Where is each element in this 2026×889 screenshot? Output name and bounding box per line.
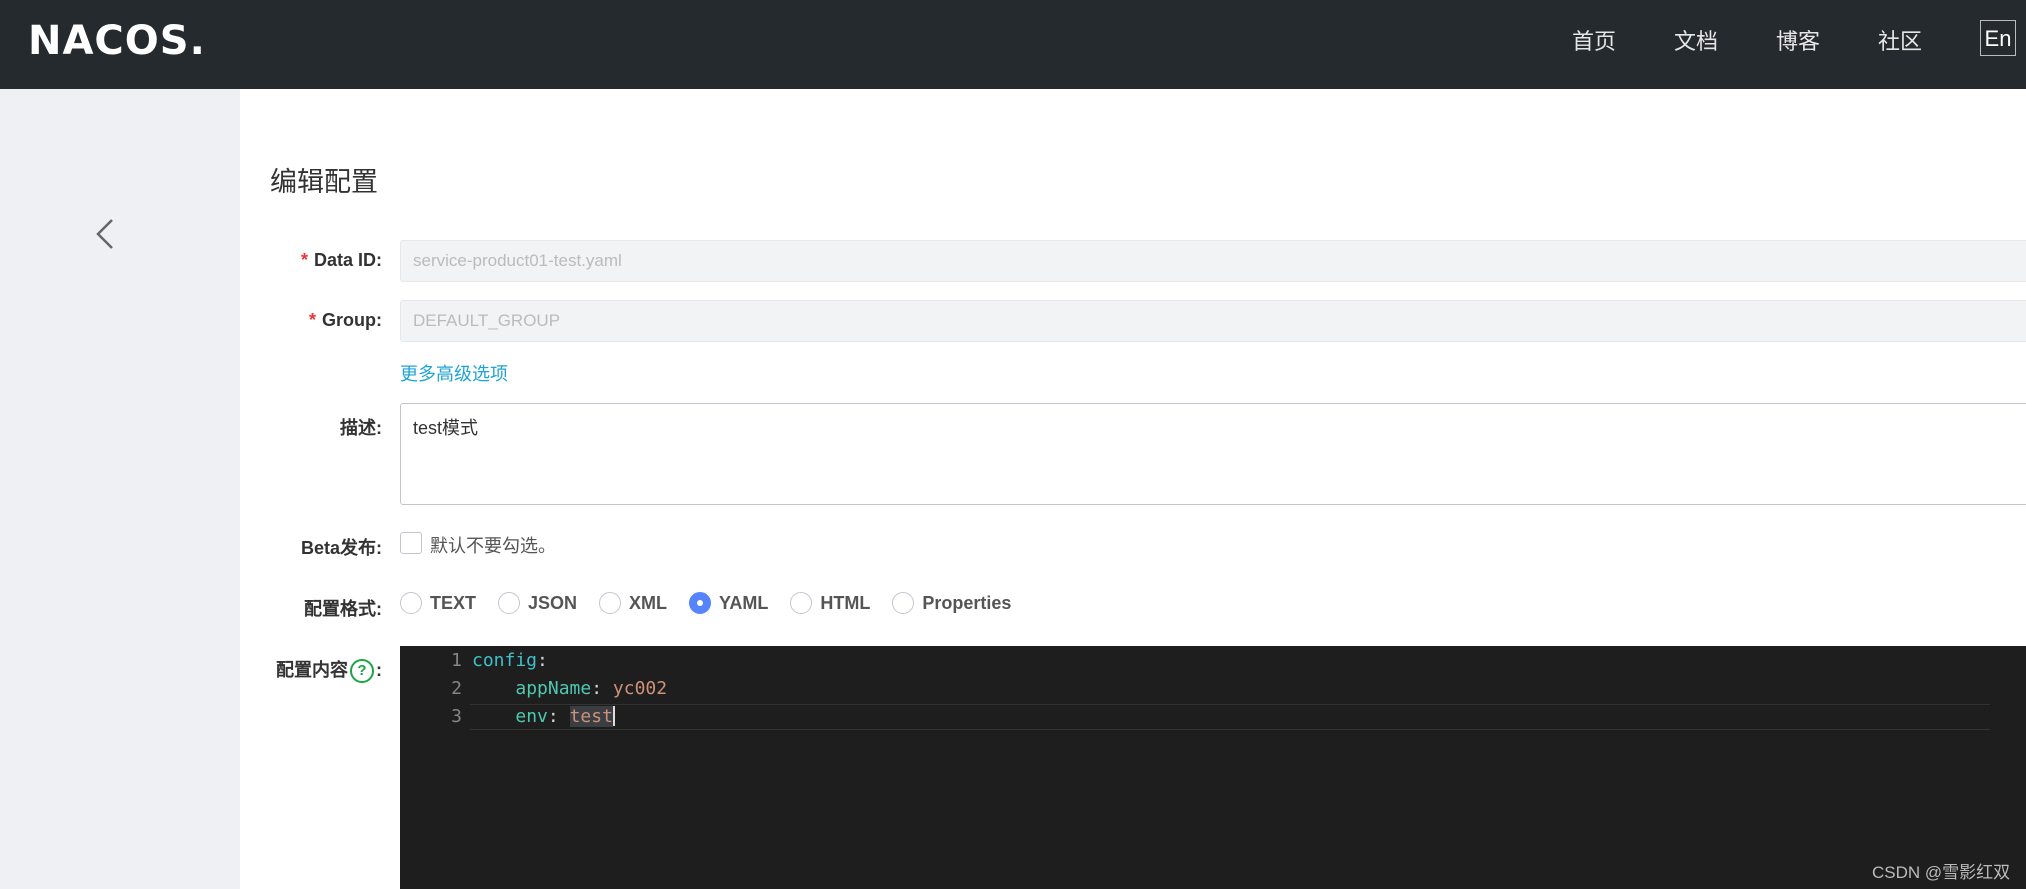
format-label: 配置格式: (304, 599, 382, 619)
code-editor[interactable]: 1 2 3 config: appName: yc002 env: test (400, 646, 2026, 889)
back-arrow-icon[interactable] (92, 217, 120, 251)
format-radio-group: TEXT JSON XML YAML HTML Properties (400, 592, 1033, 614)
radio-circle[interactable] (599, 592, 622, 614)
radio-circle[interactable] (400, 592, 422, 614)
data-id-label: * Data ID: (300, 250, 382, 270)
watermark: CSDN @雪影红双 (1872, 863, 2011, 882)
page-title: 编辑配置 (270, 167, 378, 197)
format-radio-json[interactable]: JSON (498, 592, 577, 614)
nacos-logo[interactable]: NACOS. (28, 18, 206, 64)
line-number: 2 (451, 678, 462, 699)
code-line: config: (472, 650, 548, 671)
radio-circle[interactable] (498, 592, 521, 614)
radio-circle-selected[interactable] (689, 592, 712, 614)
nav-blog[interactable]: 博客 (1776, 24, 1820, 56)
description-textarea[interactable]: test模式 (400, 403, 2026, 505)
beta-checkbox[interactable] (400, 532, 422, 554)
radio-circle[interactable] (790, 592, 813, 614)
beta-label: Beta发布: (300, 538, 382, 558)
language-switch-button[interactable]: En (1980, 20, 2016, 56)
nav-docs[interactable]: 文档 (1674, 24, 1718, 56)
beta-hint: 默认不要勾选。 (430, 536, 556, 556)
description-label: 描述: (340, 418, 382, 438)
content-label: 配置内容?: (276, 656, 382, 684)
format-radio-properties[interactable]: Properties (892, 592, 1011, 614)
format-radio-text[interactable]: TEXT (400, 592, 476, 614)
format-radio-yaml[interactable]: YAML (689, 592, 768, 614)
advanced-options-link[interactable]: 更多高级选项 (400, 360, 508, 386)
code-line: appName: yc002 (515, 678, 668, 699)
top-nav-bar: NACOS. 首页 文档 博客 社区 En (0, 0, 2026, 89)
code-line: env: test (515, 706, 615, 727)
text-caret (612, 706, 615, 726)
group-input[interactable]: DEFAULT_GROUP (400, 300, 2026, 342)
nav-home[interactable]: 首页 (1572, 24, 1616, 56)
line-number: 3 (451, 706, 462, 727)
current-line-highlight (470, 704, 1990, 730)
group-label: * Group: (308, 310, 382, 330)
radio-circle[interactable] (892, 592, 915, 614)
format-radio-html[interactable]: HTML (790, 592, 870, 614)
format-radio-xml[interactable]: XML (599, 592, 667, 614)
sidebar (0, 89, 240, 889)
line-number: 1 (451, 650, 462, 671)
nav-community[interactable]: 社区 (1878, 24, 1922, 56)
help-icon[interactable]: ? (350, 659, 374, 684)
data-id-input[interactable]: service-product01-test.yaml (400, 240, 2026, 282)
